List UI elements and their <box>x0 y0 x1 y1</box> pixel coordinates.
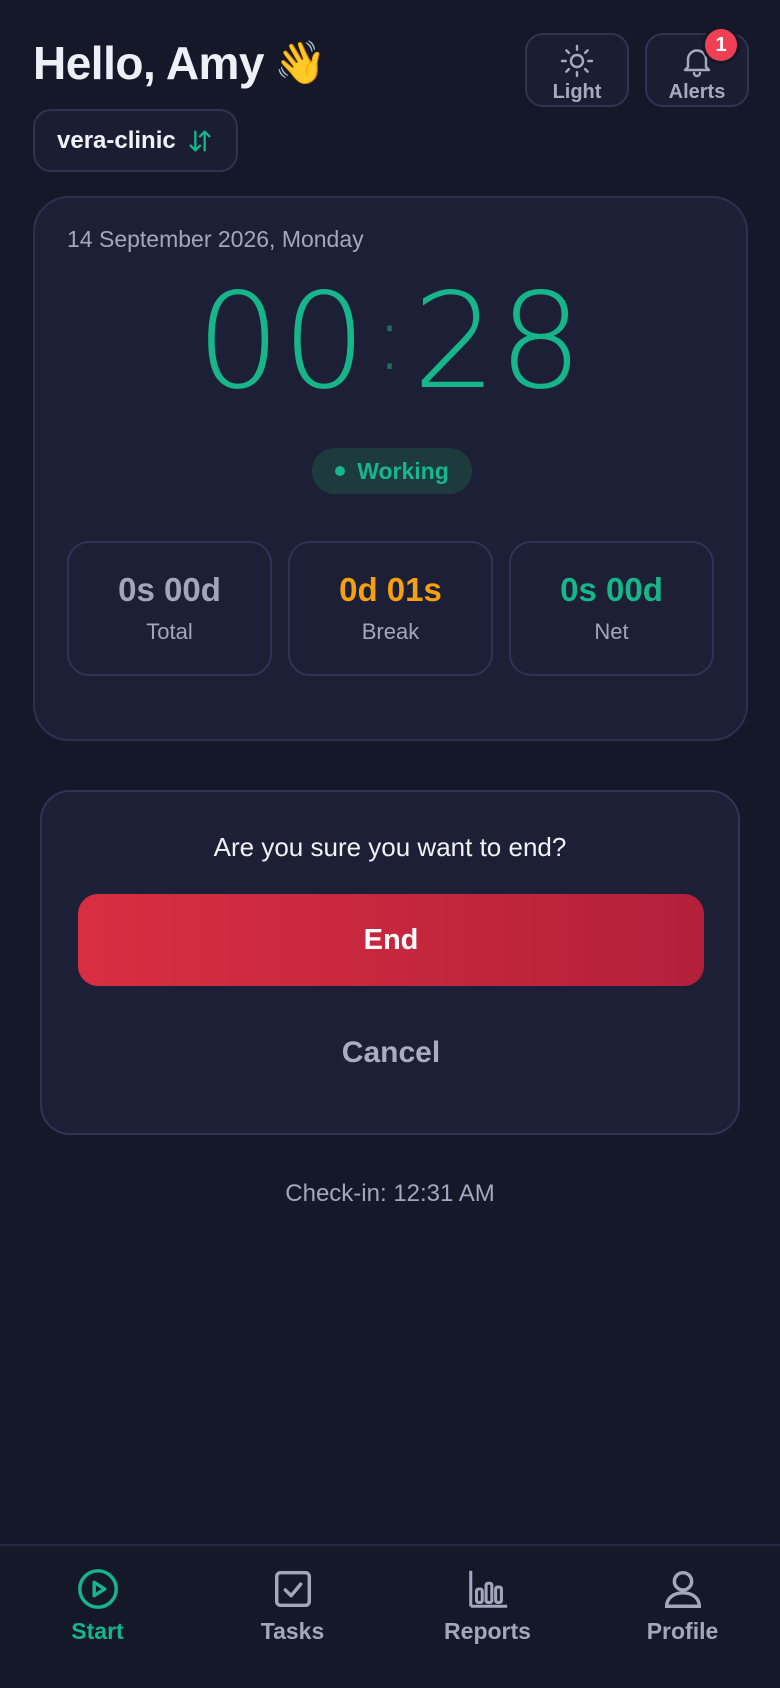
nav-label-reports: Reports <box>444 1618 531 1644</box>
alerts-button[interactable]: Alerts 1 <box>645 29 749 107</box>
greeting-heading: Hello, Amy 👋 <box>33 36 326 90</box>
greeting-text: Hello, Amy <box>33 37 265 89</box>
timer-seconds: 28 <box>412 265 585 419</box>
nav-item-reports[interactable]: Reports <box>390 1560 585 1670</box>
timer-minutes: 00 <box>196 265 369 419</box>
elapsed-timer: 00:28 <box>35 276 746 408</box>
wave-emoji: 👋 <box>274 38 326 86</box>
alerts-count-badge: 1 <box>705 29 737 61</box>
confirmation-question: Are you sure you want to end? <box>213 832 567 862</box>
alerts-label: Alerts <box>668 81 726 103</box>
nav-label-tasks: Tasks <box>260 1618 325 1644</box>
net-stat: 0s 00d Net <box>509 541 714 676</box>
net-value: 0s 00d <box>560 571 663 608</box>
status-badge: Working <box>312 448 472 494</box>
timer-separator: : <box>374 286 407 391</box>
nav-item-start[interactable]: Start <box>0 1560 195 1670</box>
organization-switcher[interactable]: vera-clinic <box>33 109 238 172</box>
break-value: 0d 01s <box>339 571 442 608</box>
theme-toggle-button[interactable]: Light <box>525 33 629 107</box>
status-label: Working <box>357 457 449 484</box>
theme-toggle-label: Light <box>552 81 602 103</box>
total-label: Total <box>146 619 193 644</box>
check-in-time: Check-in: 12:31 AM <box>285 1180 495 1207</box>
break-stat: 0d 01s Break <box>288 541 493 676</box>
net-label: Net <box>594 619 629 644</box>
user-icon <box>664 1570 701 1608</box>
total-value: 0s 00d <box>118 571 221 608</box>
play-circle-icon <box>77 1569 118 1609</box>
cancel-button[interactable]: Cancel <box>78 1007 704 1099</box>
bottom-navigation: Start Tasks Reports Profile <box>0 1544 780 1688</box>
organization-name: vera-clinic <box>57 126 176 154</box>
nav-item-profile[interactable]: Profile <box>585 1560 780 1670</box>
end-confirmation-dialog: Are you sure you want to end? End Cancel <box>40 790 740 1135</box>
swap-vertical-icon <box>189 130 211 151</box>
sun-icon <box>560 44 594 78</box>
bar-chart-icon <box>468 1570 507 1608</box>
checkbox-icon <box>274 1570 311 1608</box>
nav-item-tasks[interactable]: Tasks <box>195 1560 390 1670</box>
break-label: Break <box>361 619 420 644</box>
total-stat: 0s 00d Total <box>67 541 272 676</box>
timer-card: 14 September 2026, Monday 00:28 Working … <box>33 196 748 741</box>
nav-label-start: Start <box>71 1618 124 1644</box>
nav-label-profile: Profile <box>646 1618 719 1644</box>
current-date: 14 September 2026, Monday <box>67 226 364 252</box>
status-dot-icon <box>335 466 346 476</box>
end-button[interactable]: End <box>78 894 704 986</box>
